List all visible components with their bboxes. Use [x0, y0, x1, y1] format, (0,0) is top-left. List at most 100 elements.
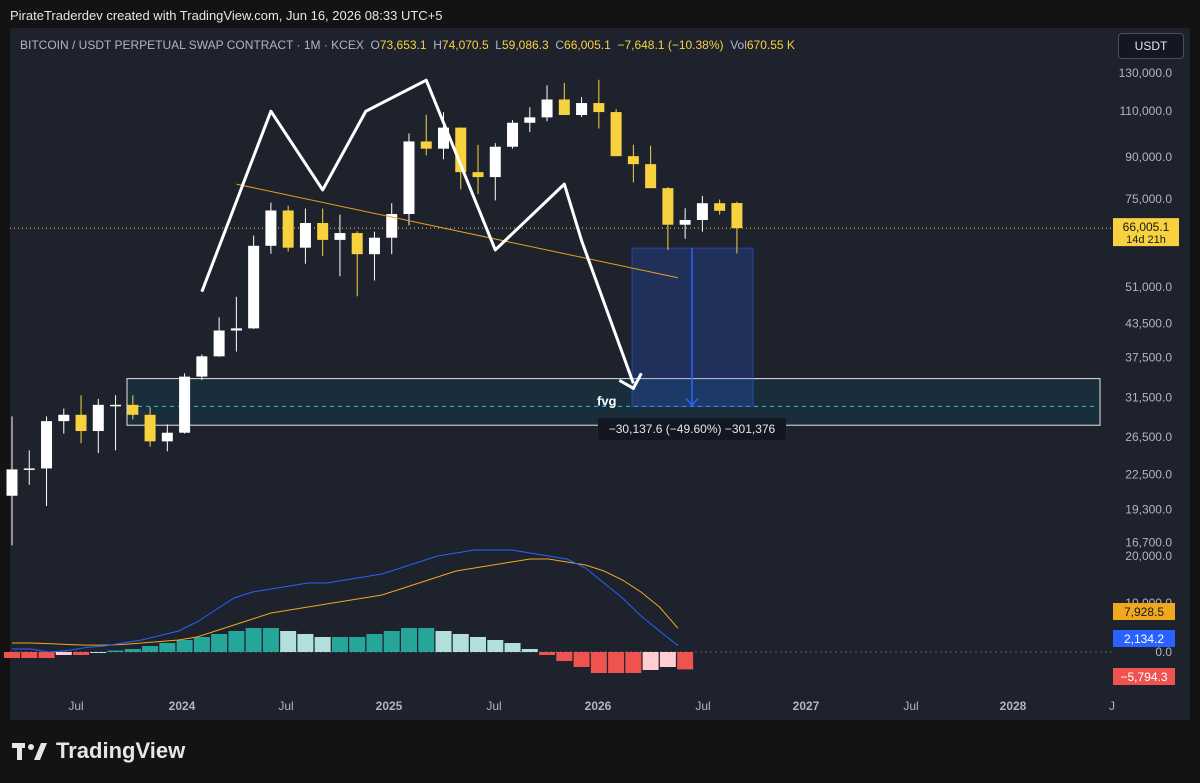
- time-tick-label: 2028: [1000, 699, 1027, 713]
- time-tick-label: Jul: [486, 699, 501, 713]
- candle-body: [41, 421, 53, 469]
- macd-histogram-bar: [608, 652, 625, 673]
- macd-histogram-bar: [677, 652, 694, 670]
- macd-histogram-bar: [504, 643, 521, 652]
- macd-tick-label: 20,000.0: [1125, 549, 1172, 563]
- candle-body: [196, 356, 208, 377]
- macd-histogram-bar: [176, 640, 193, 652]
- macd-histogram-bar: [349, 637, 366, 652]
- candle-body: [696, 203, 708, 220]
- countdown-label: 14d 21h: [1126, 234, 1166, 246]
- price-tick-label: 22,500.0: [1125, 467, 1172, 481]
- macd-histogram-bar: [38, 652, 55, 658]
- price-tick-label: 75,000.0: [1125, 192, 1172, 206]
- macd-histogram-bar: [590, 652, 607, 673]
- candle-body: [541, 99, 553, 118]
- macd-histogram-bar: [659, 652, 676, 667]
- macd-histogram-bar: [159, 643, 176, 652]
- macd-histogram-bar: [228, 631, 245, 652]
- macd-histogram-bar: [366, 634, 383, 652]
- candle-body: [161, 432, 173, 442]
- macd-histogram-bar: [573, 652, 590, 667]
- macd-histogram-bar: [73, 652, 90, 655]
- candle-body: [472, 172, 484, 178]
- macd-histogram-bar: [383, 631, 400, 652]
- macd-histogram-bar: [4, 652, 20, 658]
- macd-histogram-bar: [539, 652, 556, 655]
- macd-histogram-bar: [211, 634, 228, 652]
- candle-body: [576, 103, 588, 116]
- candle-body: [593, 103, 605, 113]
- candle-body: [662, 188, 674, 225]
- macd-histogram-bar: [124, 649, 141, 652]
- price-tick-label: 31,500.0: [1125, 390, 1172, 404]
- price-tick-label: 26,500.0: [1125, 430, 1172, 444]
- macd-value-label: 2,134.2: [1124, 632, 1164, 646]
- price-tick-label: 90,000.0: [1125, 150, 1172, 164]
- time-tick-label: Jul: [903, 699, 918, 713]
- fvg-label: fvg: [597, 393, 617, 408]
- price-tick-label: 130,000.0: [1119, 66, 1173, 80]
- candle-body: [403, 141, 415, 215]
- candle-body: [92, 404, 104, 432]
- macd-histogram-bar: [556, 652, 573, 661]
- macd-histogram-bar: [142, 646, 159, 652]
- macd-signal-line: [12, 558, 679, 646]
- candle-body: [58, 414, 70, 422]
- price-tick-label: 16,700.0: [1125, 536, 1172, 550]
- candle-body: [248, 245, 260, 329]
- candle-body: [368, 237, 380, 255]
- time-tick-label: Jul: [68, 699, 83, 713]
- macd-histogram-bar: [400, 628, 417, 652]
- macd-histogram-bar: [331, 637, 348, 652]
- macd-histogram-bar: [418, 628, 435, 652]
- candle-body: [610, 112, 622, 157]
- macd-histogram-bar: [21, 652, 38, 658]
- macd-histogram-bar: [470, 637, 487, 652]
- candle-body: [351, 233, 363, 255]
- macd-histogram-bar: [55, 652, 72, 655]
- tradingview-logo[interactable]: TradingView: [12, 738, 185, 764]
- macd-histogram-bar: [262, 628, 279, 652]
- macd-histogram-bar: [521, 649, 538, 652]
- candle-body: [127, 404, 139, 415]
- candle-body: [144, 414, 156, 442]
- candle-body: [627, 156, 639, 165]
- macd-value-label: 7,928.5: [1124, 605, 1164, 619]
- measure-label: −30,137.6 (−49.60%) −301,376: [609, 422, 776, 436]
- tradingview-logo-icon: [12, 743, 47, 760]
- candle-body: [489, 146, 501, 178]
- candle-body: [524, 117, 536, 123]
- macd-histogram-bar: [642, 652, 659, 670]
- candle-body: [334, 233, 346, 240]
- candle-body: [299, 223, 311, 248]
- candle-body: [179, 376, 191, 433]
- macd-value-label: −5,794.3: [1120, 670, 1167, 684]
- candle-body: [282, 210, 294, 248]
- time-tick-label: Jul: [695, 699, 710, 713]
- last-price-label: 66,005.1: [1123, 220, 1170, 234]
- price-tick-label: 43,500.0: [1125, 317, 1172, 331]
- price-tick-label: 110,000.0: [1120, 104, 1173, 118]
- macd-histogram-bar: [90, 652, 107, 653]
- candle-body: [230, 328, 242, 331]
- macd-histogram-bar: [625, 652, 642, 673]
- candle-body: [110, 404, 122, 407]
- candle-body: [558, 99, 570, 116]
- time-tick-label: 2027: [793, 699, 820, 713]
- brand-name: TradingView: [56, 738, 186, 763]
- time-tick-label: J: [1109, 699, 1115, 713]
- candle-body: [420, 141, 432, 149]
- candle-body: [75, 414, 87, 432]
- macd-histogram-bar: [245, 628, 262, 652]
- candle-body: [679, 219, 691, 225]
- macd-histogram-bar: [452, 634, 469, 652]
- time-tick-label: 2025: [376, 699, 403, 713]
- macd-histogram-bar: [107, 650, 124, 652]
- price-tick-label: 51,000.0: [1125, 280, 1172, 294]
- macd-tick-label: 0.0: [1155, 645, 1172, 659]
- time-tick-label: Jul: [278, 699, 293, 713]
- candle-body: [645, 164, 657, 189]
- price-chart[interactable]: 130,000.0 110,000.0 90,000.0 75,000.0 51,000…: [0, 0, 1200, 783]
- macd-histogram-bar: [487, 640, 504, 652]
